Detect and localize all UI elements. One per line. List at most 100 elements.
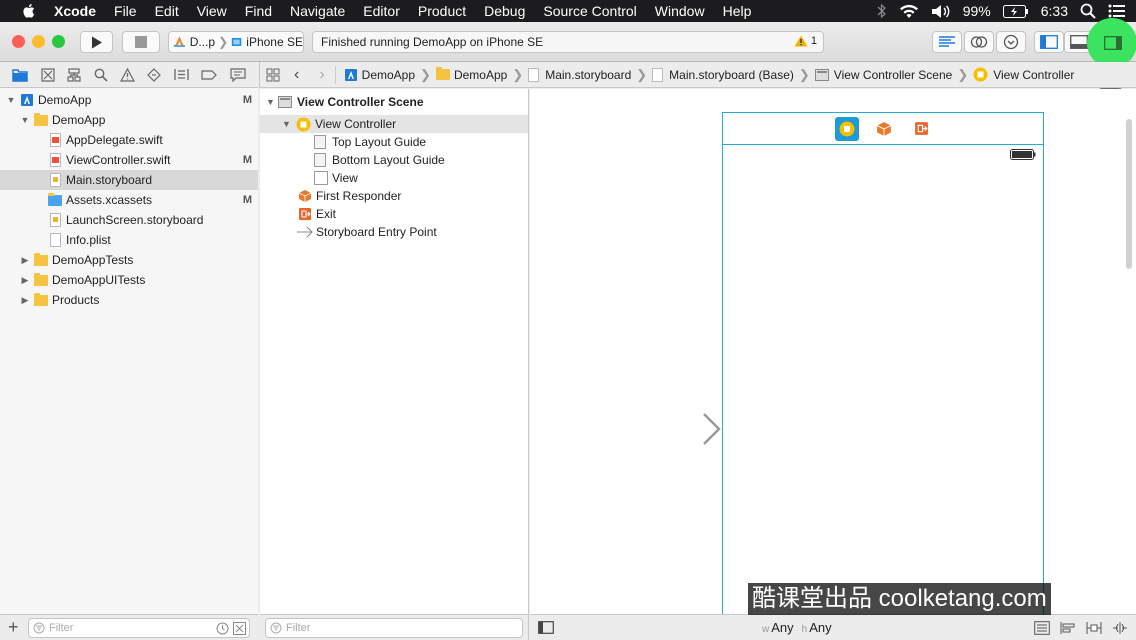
breadcrumb-view-controller[interactable]: View Controller	[973, 67, 1074, 82]
navigator-filter-input[interactable]: Filter	[28, 618, 250, 638]
storyboard-entry-arrow[interactable]	[626, 409, 726, 449]
report-navigator-icon[interactable]	[230, 67, 246, 82]
toggle-utilities-button-highlight[interactable]	[1087, 18, 1136, 68]
outline-item-label: Top Layout Guide	[332, 135, 427, 149]
zoom-window-button[interactable]	[52, 35, 65, 48]
dock-exit-icon[interactable]	[914, 121, 929, 136]
minimize-window-button[interactable]	[32, 35, 45, 48]
menu-edit[interactable]: Edit	[155, 3, 179, 19]
outline-item-bottom-layout-guide[interactable]: Bottom Layout Guide	[260, 151, 528, 169]
navigator-row-project[interactable]: ▼ DemoApp M	[0, 90, 258, 110]
disclosure-open-icon[interactable]: ▼	[282, 119, 296, 129]
menu-xcode[interactable]: Xcode	[54, 3, 96, 19]
align-icon[interactable]	[1060, 621, 1076, 635]
navigator-row-group[interactable]: ▶ DemoAppUITests	[0, 270, 258, 290]
menu-debug[interactable]: Debug	[484, 3, 525, 19]
breadcrumb-project[interactable]: DemoApp ❯	[344, 67, 436, 83]
clock-time[interactable]: 6:33	[1041, 3, 1068, 19]
outline-item-top-layout-guide[interactable]: Top Layout Guide	[260, 133, 528, 151]
find-navigator-search-icon[interactable]	[94, 68, 108, 82]
add-file-plus-icon[interactable]: +	[8, 617, 19, 638]
navigator-row-group[interactable]: ▶ DemoAppTests	[0, 250, 258, 270]
warning-indicator[interactable]: 1	[794, 35, 817, 47]
toggle-outline-icon[interactable]	[538, 621, 554, 634]
spotlight-search-icon[interactable]	[1080, 3, 1096, 19]
menu-help[interactable]: Help	[723, 3, 752, 19]
stop-button[interactable]	[122, 31, 160, 53]
disclosure-closed-icon[interactable]: ▶	[20, 295, 30, 306]
battery-charging-icon[interactable]	[1002, 4, 1029, 18]
close-window-button[interactable]	[12, 35, 25, 48]
run-button[interactable]	[80, 31, 113, 53]
assistant-editor-button[interactable]	[964, 31, 994, 53]
menu-source-control[interactable]: Source Control	[543, 3, 636, 19]
disclosure-open-icon[interactable]: ▼	[6, 95, 16, 105]
notification-center-icon[interactable]	[1108, 4, 1126, 18]
outline-item-view-controller[interactable]: ▼ View Controller	[260, 115, 528, 133]
navigator-row-label: Info.plist	[66, 233, 111, 247]
breadcrumb-scene[interactable]: View Controller Scene ❯	[814, 67, 973, 83]
project-navigator: ▼ DemoApp M ▼ DemoApp AppDelegate.swift …	[0, 88, 258, 614]
source-control-filter-icon[interactable]	[233, 622, 246, 635]
breadcrumb-file[interactable]: Main.storyboard ❯	[528, 67, 652, 83]
resolve-auto-layout-icon[interactable]	[1112, 621, 1128, 635]
project-navigator-folder-icon[interactable]	[12, 68, 28, 82]
canvas-scrollbar[interactable]	[1126, 119, 1132, 269]
wifi-icon[interactable]	[899, 4, 919, 19]
recent-files-clock-icon[interactable]	[216, 622, 229, 635]
navigator-row-group[interactable]: ▶ Products	[0, 290, 258, 310]
navigator-row-file[interactable]: LaunchScreen.storyboard	[0, 210, 258, 230]
related-items-grid-icon[interactable]	[266, 68, 280, 82]
outline-item-entry-point[interactable]: Storyboard Entry Point	[260, 223, 528, 241]
disclosure-open-icon[interactable]: ▼	[20, 115, 30, 125]
dock-first-responder-icon[interactable]	[876, 121, 892, 137]
outline-scene-header[interactable]: ▼ View Controller Scene	[260, 93, 528, 111]
debug-navigator-icon[interactable]	[174, 68, 189, 81]
menu-view[interactable]: View	[197, 3, 227, 19]
version-editor-button[interactable]	[996, 31, 1026, 53]
toggle-navigator-button[interactable]	[1034, 31, 1064, 53]
navigator-row-file-selected[interactable]: Main.storyboard	[0, 170, 258, 190]
menu-editor[interactable]: Editor	[363, 3, 400, 19]
embed-in-stack-icon[interactable]	[1034, 621, 1050, 635]
pin-icon[interactable]	[1086, 621, 1102, 635]
forward-arrow-icon[interactable]: ›	[319, 66, 324, 84]
navigator-row-group[interactable]: ▼ DemoApp	[0, 110, 258, 130]
test-navigator-diamond-icon[interactable]	[147, 67, 162, 82]
navigator-selector-bar	[0, 62, 258, 88]
issue-navigator-warning-icon[interactable]	[119, 67, 135, 82]
menu-navigate[interactable]: Navigate	[290, 3, 345, 19]
outline-item-view[interactable]: View	[260, 169, 528, 187]
source-control-navigator-icon[interactable]	[41, 67, 55, 82]
breakpoint-navigator-icon[interactable]	[201, 69, 218, 81]
apple-menu-icon[interactable]	[20, 2, 38, 20]
breadcrumb-localization[interactable]: Main.storyboard (Base) ❯	[652, 67, 815, 83]
storyboard-canvas[interactable]	[530, 89, 1136, 614]
menu-file[interactable]: File	[114, 3, 137, 19]
disclosure-open-icon[interactable]: ▼	[266, 97, 278, 107]
folder-icon	[34, 292, 48, 306]
symbol-navigator-icon[interactable]	[67, 67, 81, 82]
volume-icon[interactable]	[931, 4, 951, 19]
scheme-selector[interactable]: D...p ❯ iPhone SE	[168, 31, 304, 53]
disclosure-closed-icon[interactable]: ▶	[20, 255, 30, 266]
dock-view-controller-icon[interactable]	[835, 117, 859, 141]
view-controller-frame[interactable]	[722, 112, 1044, 614]
outline-item-first-responder[interactable]: First Responder	[260, 187, 528, 205]
back-arrow-icon[interactable]: ‹	[294, 66, 299, 84]
menu-find[interactable]: Find	[245, 3, 272, 19]
navigator-row-file[interactable]: AppDelegate.swift	[0, 130, 258, 150]
size-class-selector[interactable]: w Any h Any	[762, 620, 832, 635]
standard-editor-button[interactable]	[932, 31, 962, 53]
navigator-row-file[interactable]: Info.plist	[0, 230, 258, 250]
breadcrumb-group[interactable]: DemoApp ❯	[435, 67, 528, 83]
outline-filter-input[interactable]: Filter	[265, 618, 523, 638]
bluetooth-icon[interactable]	[877, 3, 887, 19]
outline-item-exit[interactable]: Exit	[260, 205, 528, 223]
navigator-row-file[interactable]: ViewController.swift M	[0, 150, 258, 170]
disclosure-closed-icon[interactable]: ▶	[20, 275, 30, 286]
menu-window[interactable]: Window	[655, 3, 705, 19]
navigator-row-file[interactable]: Assets.xcassets M	[0, 190, 258, 210]
menu-product[interactable]: Product	[418, 3, 466, 19]
battery-percent[interactable]: 99%	[963, 3, 991, 19]
